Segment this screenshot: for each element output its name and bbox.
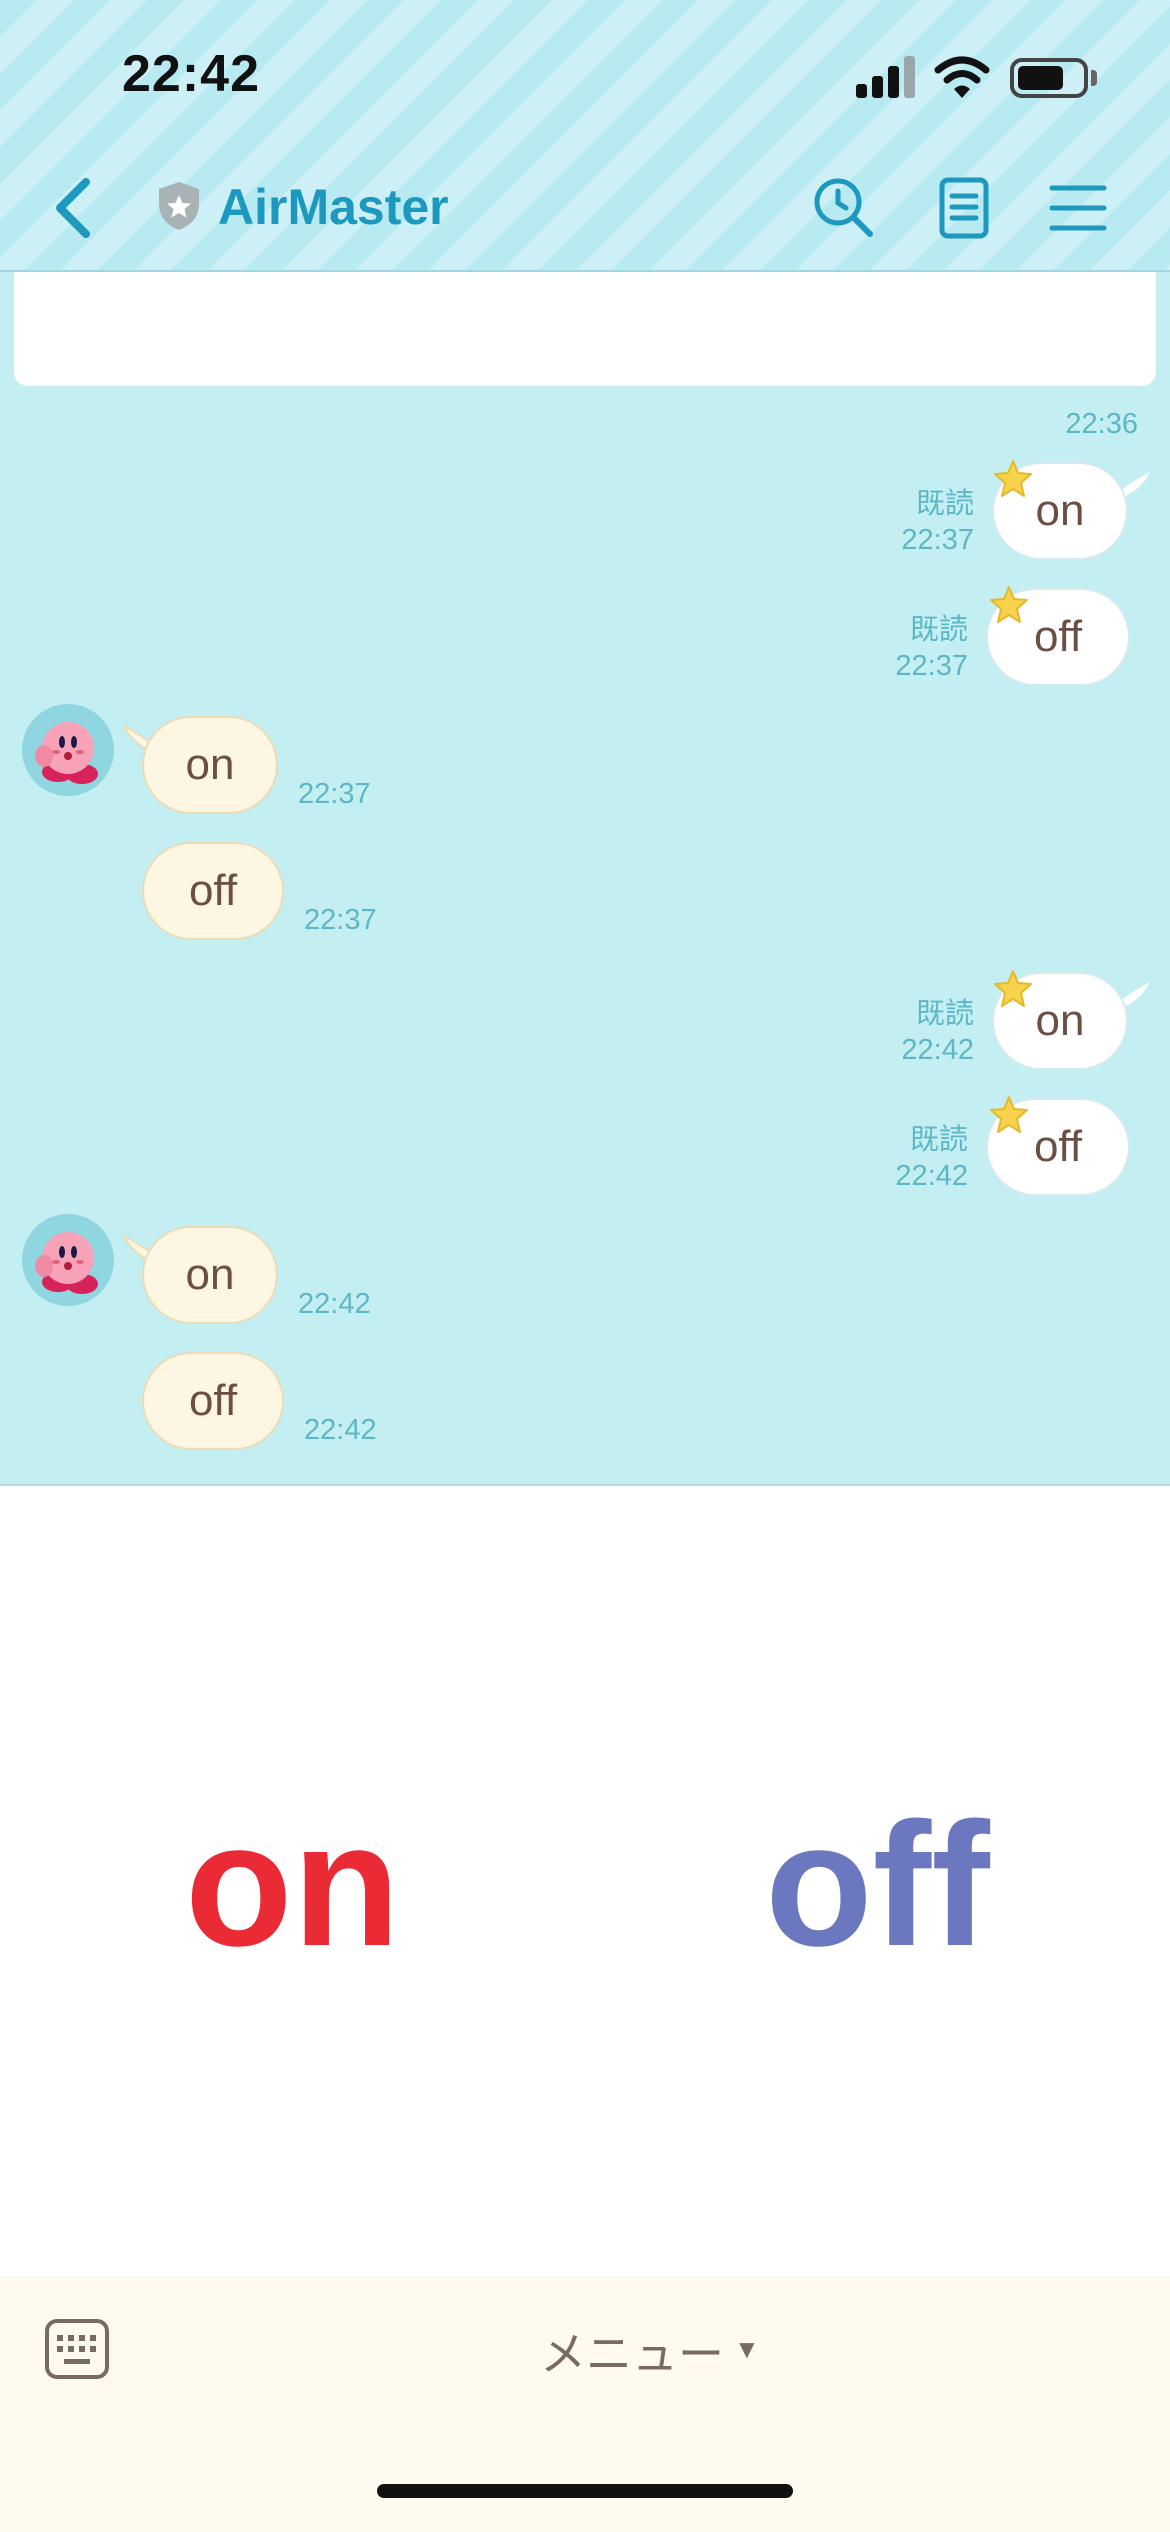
read-label: 既読 — [909, 1124, 968, 1156]
avatar[interactable] — [22, 1214, 114, 1306]
read-timestamp: 既読 22:37 — [901, 486, 974, 558]
hamburger-menu-icon[interactable] — [1042, 172, 1114, 244]
rich-menu: on off — [0, 1486, 1170, 2276]
battery-icon — [1010, 58, 1088, 98]
star-icon — [994, 970, 1032, 1007]
message-time: 22:37 — [895, 650, 968, 682]
star-icon — [994, 460, 1032, 497]
message-time: 22:42 — [901, 1034, 974, 1066]
battery-tip — [1091, 70, 1097, 86]
caret-down-icon[interactable]: ▼ — [734, 2334, 760, 2365]
kirby-avatar-icon — [35, 722, 98, 784]
screen: 22:42 AirMaster 22:36 既読 22:37 on 既読 22:… — [0, 0, 1170, 2532]
notes-icon[interactable] — [928, 172, 1000, 244]
message-time: 22:42 — [298, 1288, 371, 1320]
star-icon — [990, 586, 1028, 623]
message-bubble-incoming[interactable]: off — [142, 1352, 284, 1450]
off-label: off — [765, 1787, 990, 1983]
shield-star-icon — [159, 182, 199, 230]
read-label: 既読 — [909, 614, 968, 646]
pinned-card — [14, 272, 1156, 386]
timestamp: 22:36 — [1065, 408, 1138, 440]
message-time: 22:42 — [304, 1414, 377, 1446]
battery-fill — [1018, 66, 1063, 90]
chat-area[interactable]: 22:36 既読 22:37 on 既読 22:37 off on 22:37 … — [0, 272, 1170, 1486]
search-clock-icon[interactable] — [808, 172, 880, 244]
read-timestamp: 既読 22:37 — [895, 612, 968, 684]
message-bubble-incoming[interactable]: on — [142, 1226, 278, 1324]
kirby-avatar-icon — [35, 1232, 98, 1294]
message-time: 22:37 — [304, 904, 377, 936]
status-time: 22:42 — [122, 45, 260, 103]
rich-menu-on-button[interactable]: on — [0, 1486, 585, 2276]
menu-toggle-label[interactable]: メニュー — [540, 2318, 724, 2384]
on-label: on — [184, 1787, 400, 1983]
avatar[interactable] — [22, 704, 114, 796]
read-timestamp: 既読 22:42 — [895, 1122, 968, 1194]
read-label: 既読 — [915, 488, 974, 520]
read-label: 既読 — [915, 998, 974, 1030]
message-time: 22:37 — [901, 524, 974, 556]
back-button[interactable] — [48, 172, 100, 244]
message-bubble-incoming[interactable]: off — [142, 842, 284, 940]
rich-menu-off-button[interactable]: off — [585, 1486, 1170, 2276]
read-timestamp: 既読 22:42 — [901, 996, 974, 1068]
wifi-icon — [934, 56, 990, 98]
message-bubble-incoming[interactable]: on — [142, 716, 278, 814]
chat-title: AirMaster — [218, 179, 449, 235]
star-icon — [990, 1096, 1028, 1133]
message-time: 22:42 — [895, 1160, 968, 1192]
message-time: 22:37 — [298, 778, 371, 810]
keyboard-icon[interactable] — [44, 2318, 110, 2380]
home-indicator[interactable] — [377, 2484, 793, 2498]
header: 22:42 AirMaster — [0, 0, 1170, 272]
